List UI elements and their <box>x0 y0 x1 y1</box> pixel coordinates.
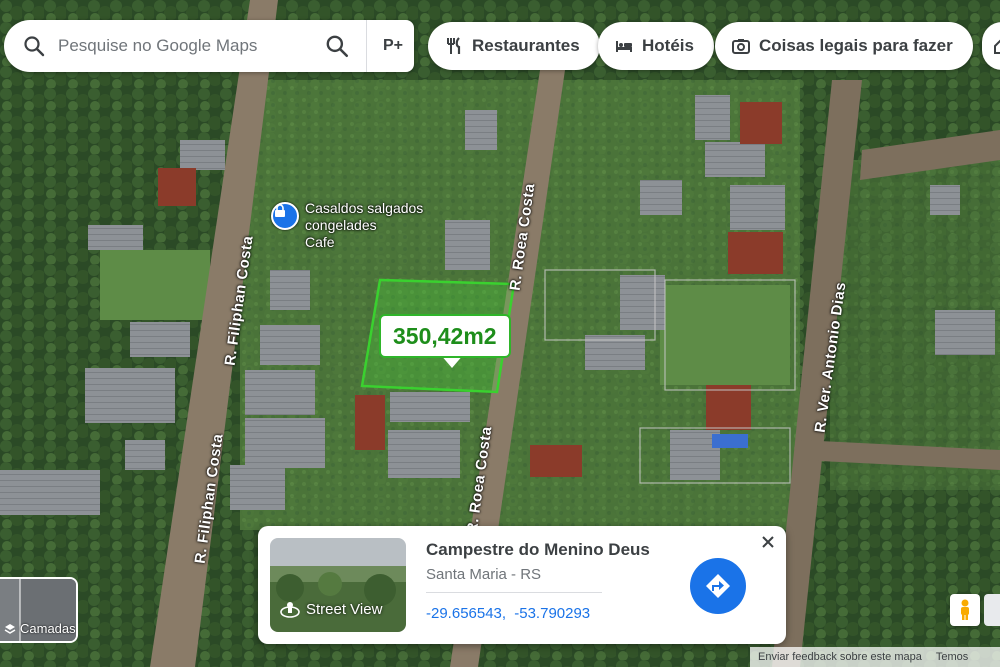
area-measurement-label: 350,42m2 <box>379 314 511 358</box>
card-divider <box>426 592 602 593</box>
layers-icon <box>4 623 16 634</box>
feedback-link[interactable]: Enviar feedback sobre este mapa <box>758 651 922 663</box>
chip-label: Coisas legais para fazer <box>759 36 953 55</box>
lock-pin-icon <box>275 204 285 217</box>
place-subtitle: Santa Maria - RS <box>426 566 542 583</box>
place-category: Cafe <box>305 234 335 250</box>
street-view-label[interactable]: Street View <box>280 600 382 618</box>
place-info-card[interactable]: Street View Campestre do Menino Deus San… <box>258 526 786 644</box>
chip-label: Restaurantes <box>472 36 580 55</box>
place-name-line1: Casaldos salgados <box>305 200 424 216</box>
chip-hotels[interactable]: Hotéis <box>598 22 714 70</box>
chip-things-to-do[interactable]: Coisas legais para fazer <box>715 22 973 70</box>
directions-button[interactable] <box>690 558 746 614</box>
place-label[interactable]: Casaldos salgados congelades Cafe <box>305 200 423 251</box>
search-bar[interactable]: Pesquise no Google Maps P+ <box>4 20 414 72</box>
layers-label-wrap: Camadas <box>4 621 76 636</box>
home-icon <box>994 39 1000 54</box>
camera-icon <box>732 39 750 54</box>
map-footer: Enviar feedback sobre este mapa Temos <box>750 647 1000 667</box>
search-button-icon[interactable] <box>324 33 350 59</box>
latitude: -29.656543, <box>426 605 507 622</box>
place-coordinates[interactable]: -29.656543, -53.790293 <box>426 605 590 622</box>
directions-icon <box>706 574 730 598</box>
pegman-button[interactable] <box>950 594 980 626</box>
place-pin[interactable] <box>271 202 299 230</box>
pegman-icon <box>961 599 969 620</box>
place-title: Campestre do Menino Deus <box>426 540 650 559</box>
search-input[interactable]: Pesquise no Google Maps <box>58 36 318 56</box>
pplus-button[interactable]: P+ <box>383 37 403 55</box>
bed-icon <box>616 41 632 52</box>
search-divider <box>366 20 367 72</box>
place-name-line2: congelades <box>305 217 377 233</box>
layers-button[interactable]: Camadas <box>0 577 78 643</box>
longitude: -53.790293 <box>514 605 591 622</box>
chip-restaurants[interactable]: Restaurantes <box>428 22 600 70</box>
street-view-icon <box>280 602 300 618</box>
chip-label: Hotéis <box>642 36 694 55</box>
layers-label: Camadas <box>20 621 76 636</box>
fork-knife-icon <box>447 37 461 54</box>
search-icon <box>24 36 45 57</box>
street-view-preview-button[interactable] <box>984 594 1000 626</box>
terms-link[interactable]: Temos <box>936 651 968 663</box>
street-view-text: Street View <box>306 600 383 618</box>
close-icon[interactable] <box>758 532 778 552</box>
